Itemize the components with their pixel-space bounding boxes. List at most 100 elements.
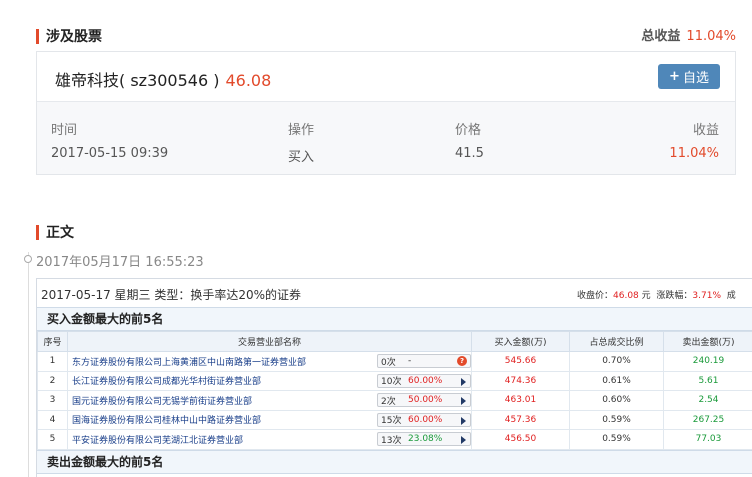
trade-return: 11.04% [669,146,719,161]
dept-cell: 国元证券股份有限公司无锡学前街证券营业部 2次 50.00% [67,390,472,411]
trade-ratio: 0.61% [569,370,664,391]
play-arrow-icon [461,436,466,445]
report-close-info: 收盘价：46.08 元 涨跌幅：3.71% 成 [577,288,736,301]
change-label: 涨跌幅： [656,291,693,301]
history-count-widget[interactable]: 15次 60.00% [377,412,471,427]
close-unit: 元 [641,291,651,301]
table-row: 4 国海证券股份有限公司桂林中山中路证券营业部 15次 60.00% 457.36… [37,409,752,430]
trade-header-price: 价格 [455,123,482,138]
trade-ratio: 0.70% [569,351,664,372]
report-panel: 2017-05-17 星期三 类型：换手率达20%的证券 收盘价：46.08 元… [36,278,752,477]
stock-name-link[interactable]: 雄帝科技( sz300546 ) 46.08 [55,67,271,91]
table-header-row: 序号 交易营业部名称 买入金额(万) 占总成交比例 卖出金额(万) [37,331,752,352]
timeline-line [28,252,29,477]
row-number: 1 [37,351,68,372]
buy-amount: 545.66 [471,351,570,372]
history-win-rate: 23.08% [408,434,443,445]
total-return-label: 总收益 [641,29,681,44]
play-arrow-icon [461,416,466,425]
close-label: 收盘价： [577,291,614,301]
history-count: 13次 [381,435,402,446]
table-row: 3 国元证券股份有限公司无锡学前街证券营业部 2次 50.00% 463.01 0… [37,390,752,411]
stock-price: 46.08 [225,71,272,90]
trade-ratio: 0.59% [569,409,664,430]
sell-top5-title: 卖出金额最大的前5名 [37,449,752,474]
column-header: 卖出金额(万) [663,331,752,352]
sell-amount: 267.25 [663,409,752,430]
section-marker [36,224,39,240]
history-count-widget[interactable]: 10次 60.00% [377,373,471,388]
history-win-rate: 60.00% [408,414,443,425]
section-marker [36,28,39,44]
article-date: 2017年05月17日 16:55:23 [36,255,204,270]
buy-top5-title: 买入金额最大的前5名 [37,307,752,331]
column-header: 占总成交比例 [569,331,664,352]
row-number: 2 [37,370,68,391]
trade-header-time: 时间 [51,123,78,138]
timeline-dot-icon [24,255,32,263]
table-row: 1 东方证券股份有限公司上海黄浦区中山南路第一证券营业部 0次 -? 545.66… [37,351,752,372]
trade-ratio: 0.60% [569,390,664,411]
dept-name-link[interactable]: 国海证券股份有限公司桂林中山中路证券营业部 [72,413,261,426]
history-count-widget[interactable]: 0次 -? [377,354,471,369]
buy-amount: 463.01 [471,390,570,411]
row-number: 5 [37,429,68,450]
dept-cell: 长江证券股份有限公司成都光华村街证券营业部 10次 60.00% [67,370,472,391]
sell-amount: 77.03 [663,429,752,450]
dept-cell: 平安证券股份有限公司芜湖江北证券营业部 13次 23.08% [67,429,472,450]
dept-cell: 东方证券股份有限公司上海黄浦区中山南路第一证券营业部 0次 -? [67,351,472,372]
total-return: 总收益 11.04% [641,25,736,44]
sell-amount: 5.61 [663,370,752,391]
play-arrow-icon [461,397,466,406]
trade-time: 2017-05-15 09:39 [51,146,169,161]
dept-name-link[interactable]: 国元证券股份有限公司无锡学前街证券营业部 [72,394,252,407]
stock-card: 雄帝科技( sz300546 ) 46.08 + 自选 时间 操作 价格 收益 2… [36,51,736,175]
change-value: 3.71% [692,291,722,301]
play-arrow-icon [461,377,466,386]
column-header: 买入金额(万) [471,331,570,352]
trade-action: 买入 [288,150,315,165]
dept-name-link[interactable]: 平安证券股份有限公司芜湖江北证券营业部 [72,433,243,446]
trade-header-action: 操作 [288,123,315,138]
column-header: 序号 [37,331,68,352]
row-number: 4 [37,409,68,430]
history-count: 2次 [381,396,396,407]
dept-name-link[interactable]: 东方证券股份有限公司上海黄浦区中山南路第一证券营业部 [72,355,306,368]
sell-amount: 240.19 [663,351,752,372]
row-number: 3 [37,390,68,411]
dept-name-link[interactable]: 长江证券股份有限公司成都光华村街证券营业部 [72,374,261,387]
sell-amount: 2.54 [663,390,752,411]
trade-info: 时间 操作 价格 收益 2017-05-15 09:39 买入 41.5 11.… [37,102,735,174]
trade-ratio: 0.59% [569,429,664,450]
column-header: 交易营业部名称 [67,331,472,352]
section-title: 正文 [46,225,74,241]
dept-cell: 国海证券股份有限公司桂林中山中路证券营业部 15次 60.00% [67,409,472,430]
section-involved-stocks-header: 涉及股票 [36,26,102,46]
history-win-rate: - [408,356,412,367]
buy-amount: 456.50 [471,429,570,450]
add-watchlist-label: 自选 [682,71,709,86]
history-count: 15次 [381,416,402,427]
history-win-rate: 60.00% [408,375,443,386]
history-count: 10次 [381,377,402,388]
history-count-widget[interactable]: 2次 50.00% [377,393,471,408]
more-label: 成 [726,291,736,301]
table-row: 2 长江证券股份有限公司成都光华村街证券营业部 10次 60.00% 474.36… [37,370,752,391]
table-row: 5 平安证券股份有限公司芜湖江北证券营业部 13次 23.08% 456.50 0… [37,429,752,450]
trade-header-return: 收益 [692,123,719,138]
add-watchlist-button[interactable]: + 自选 [658,64,720,89]
plus-icon: + [669,69,680,84]
buy-amount: 457.36 [471,409,570,430]
buy-amount: 474.36 [471,370,570,391]
stock-card-header: 雄帝科技( sz300546 ) 46.08 + 自选 [37,52,735,102]
buy-top5-table: 序号 交易营业部名称 买入金额(万) 占总成交比例 卖出金额(万) 1 东方证券… [37,331,752,450]
history-count-widget[interactable]: 13次 23.08% [377,432,471,447]
history-win-rate: 50.00% [408,395,443,406]
total-return-value: 11.04% [686,29,736,44]
report-date-line: 2017-05-17 星期三 类型：换手率达20%的证券 [41,288,302,302]
stock-name: 雄帝科技( sz300546 ) [55,71,220,90]
close-value: 46.08 [613,291,639,301]
section-title: 涉及股票 [46,29,102,45]
question-icon: ? [457,356,467,367]
section-body-header: 正文 [36,222,74,242]
